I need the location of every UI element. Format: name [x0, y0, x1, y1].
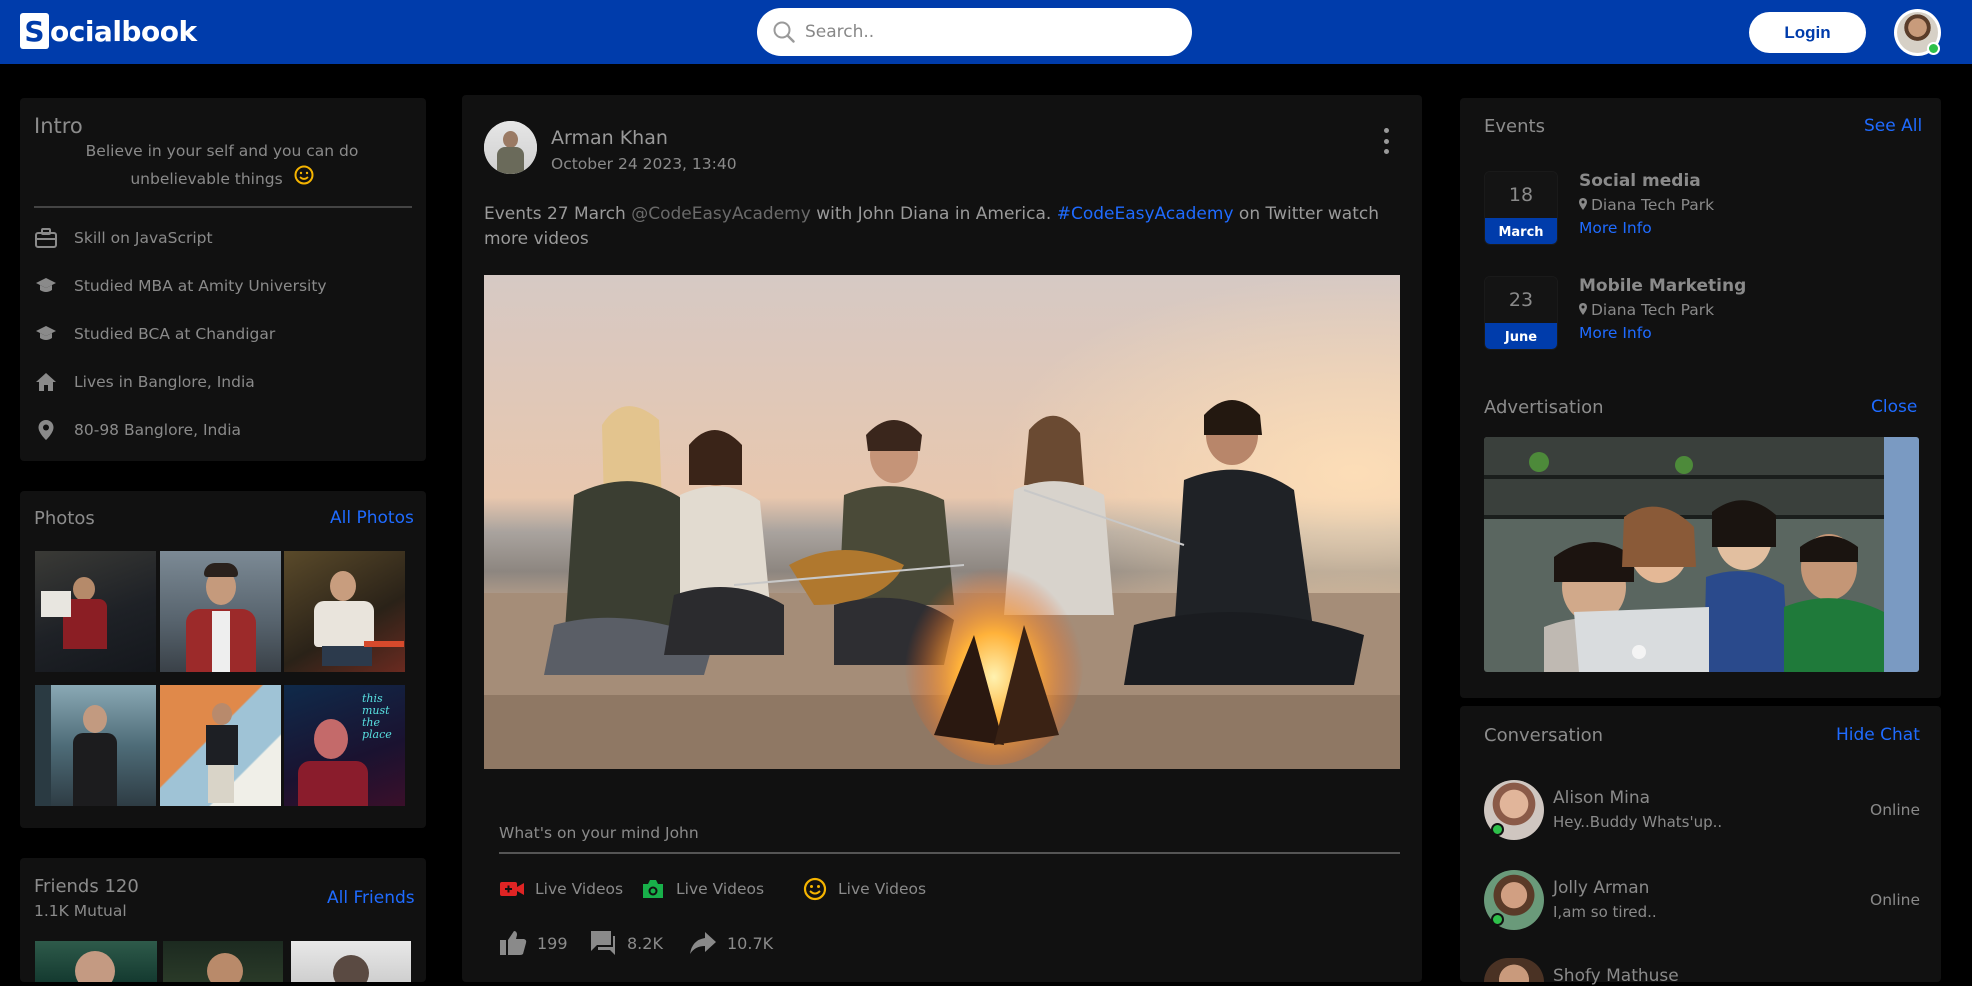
- thumbs-up-icon: [499, 929, 527, 957]
- share-count: 10.7K: [727, 933, 774, 953]
- chat-status: Online: [1870, 801, 1920, 819]
- intro-item-lives: Lives in Banglore, India: [34, 368, 255, 396]
- smiley-icon: [802, 876, 828, 902]
- events-title: Events: [1484, 116, 1545, 137]
- top-navigation-bar: S ocialbook Login: [0, 0, 1972, 64]
- user-avatar[interactable]: [1894, 9, 1941, 56]
- briefcase-icon: [34, 226, 58, 250]
- home-icon: [34, 370, 58, 394]
- event-title[interactable]: Mobile Marketing: [1579, 276, 1746, 296]
- mutual-friends-count: 1.1K Mutual: [34, 902, 127, 920]
- logo-text: ocialbook: [50, 14, 197, 48]
- intro-quote: Believe in your self and you can do unbe…: [34, 138, 410, 194]
- event-date-badge: 23 June: [1484, 276, 1558, 350]
- all-friends-link[interactable]: All Friends: [327, 888, 415, 908]
- advertisement-image[interactable]: [1484, 437, 1919, 672]
- post-author-name[interactable]: Arman Khan: [551, 127, 668, 149]
- intro-divider: [34, 206, 412, 208]
- share-icon: [689, 929, 717, 957]
- search-input[interactable]: [805, 22, 1165, 42]
- intro-item-skill: Skill on JavaScript: [34, 224, 213, 252]
- chat-status: Online: [1870, 891, 1920, 909]
- advertisement-title: Advertisation: [1484, 397, 1604, 418]
- camera-icon: [640, 876, 666, 902]
- login-button[interactable]: Login: [1749, 12, 1866, 53]
- photo-thumbnail[interactable]: [35, 551, 156, 672]
- whats-on-your-mind-input[interactable]: [499, 820, 1400, 854]
- graduation-cap-icon: [34, 274, 58, 298]
- logo[interactable]: S ocialbook: [20, 13, 197, 49]
- chat-contact-name: Alison Mina: [1553, 788, 1651, 808]
- conversation-panel: [1460, 706, 1941, 982]
- intro-item-address: 80-98 Banglore, India: [34, 416, 241, 444]
- location-pin-icon: [34, 418, 58, 442]
- photos-title: Photos: [34, 508, 95, 529]
- conversation-title: Conversation: [1484, 725, 1604, 746]
- intro-item-bca: Studied BCA at Chandigar: [34, 320, 275, 348]
- friend-thumbnail[interactable]: [35, 941, 157, 982]
- photo-thumbnail[interactable]: [160, 551, 281, 672]
- online-status-dot: [1491, 823, 1504, 836]
- close-ad-link[interactable]: Close: [1871, 397, 1917, 417]
- logo-mark: S: [20, 13, 49, 49]
- intro-item-mba: Studied MBA at Amity University: [34, 272, 327, 300]
- comment-icon: [589, 929, 617, 957]
- feeling-activity-button[interactable]: Live Videos: [802, 874, 926, 904]
- photo-video-button[interactable]: Live Videos: [640, 874, 764, 904]
- photo-thumbnail[interactable]: [284, 551, 405, 672]
- post-author-avatar[interactable]: [484, 121, 537, 174]
- photo-thumbnail[interactable]: this must the place: [284, 685, 405, 806]
- event-more-info-link[interactable]: More Info: [1579, 219, 1652, 237]
- like-button[interactable]: 199: [499, 926, 568, 960]
- photo-thumbnail[interactable]: [35, 685, 156, 806]
- share-button[interactable]: 10.7K: [689, 926, 773, 960]
- more-options-icon[interactable]: [1380, 128, 1392, 154]
- video-camera-icon: [499, 876, 525, 902]
- event-location: Diana Tech Park: [1579, 301, 1714, 319]
- event-more-info-link[interactable]: More Info: [1579, 324, 1652, 342]
- post-image[interactable]: [484, 275, 1400, 769]
- live-video-button[interactable]: Live Videos: [499, 874, 623, 904]
- see-all-events-link[interactable]: See All: [1864, 116, 1922, 136]
- search-bar[interactable]: [757, 8, 1192, 56]
- smiley-icon: [294, 165, 314, 194]
- comment-button[interactable]: 8.2K: [589, 926, 663, 960]
- chat-last-message: I,am so tired..: [1553, 903, 1657, 921]
- post-text: Events 27 March @CodeEasyAcademy with Jo…: [484, 204, 1379, 249]
- all-photos-link[interactable]: All Photos: [330, 508, 414, 528]
- location-pin-icon: [1579, 196, 1587, 214]
- graduation-cap-icon: [34, 322, 58, 346]
- comment-count: 8.2K: [627, 933, 663, 953]
- chat-contact-name: Jolly Arman: [1553, 878, 1650, 898]
- search-icon: [773, 21, 795, 43]
- event-location: Diana Tech Park: [1579, 196, 1714, 214]
- hashtag-link[interactable]: #CodeEasyAcademy: [1057, 204, 1234, 224]
- location-pin-icon: [1579, 301, 1587, 319]
- friend-thumbnail[interactable]: [291, 941, 411, 982]
- online-status-dot: [1927, 42, 1940, 55]
- intro-title: Intro: [34, 114, 83, 138]
- event-title[interactable]: Social media: [1579, 171, 1701, 191]
- friend-thumbnail[interactable]: [163, 941, 283, 982]
- friends-title: Friends 120: [34, 876, 139, 897]
- chat-last-message: Hey..Buddy Whats'up..: [1553, 813, 1723, 831]
- photo-thumbnail[interactable]: [160, 685, 281, 806]
- post-timestamp: October 24 2023, 13:40: [551, 155, 737, 173]
- chat-contact-name: Shofy Mathuse: [1553, 966, 1679, 986]
- online-status-dot: [1491, 913, 1504, 926]
- mention-link[interactable]: @CodeEasyAcademy: [631, 204, 811, 224]
- event-date-badge: 18 March: [1484, 171, 1558, 245]
- like-count: 199: [537, 933, 568, 953]
- hide-chat-link[interactable]: Hide Chat: [1836, 725, 1920, 745]
